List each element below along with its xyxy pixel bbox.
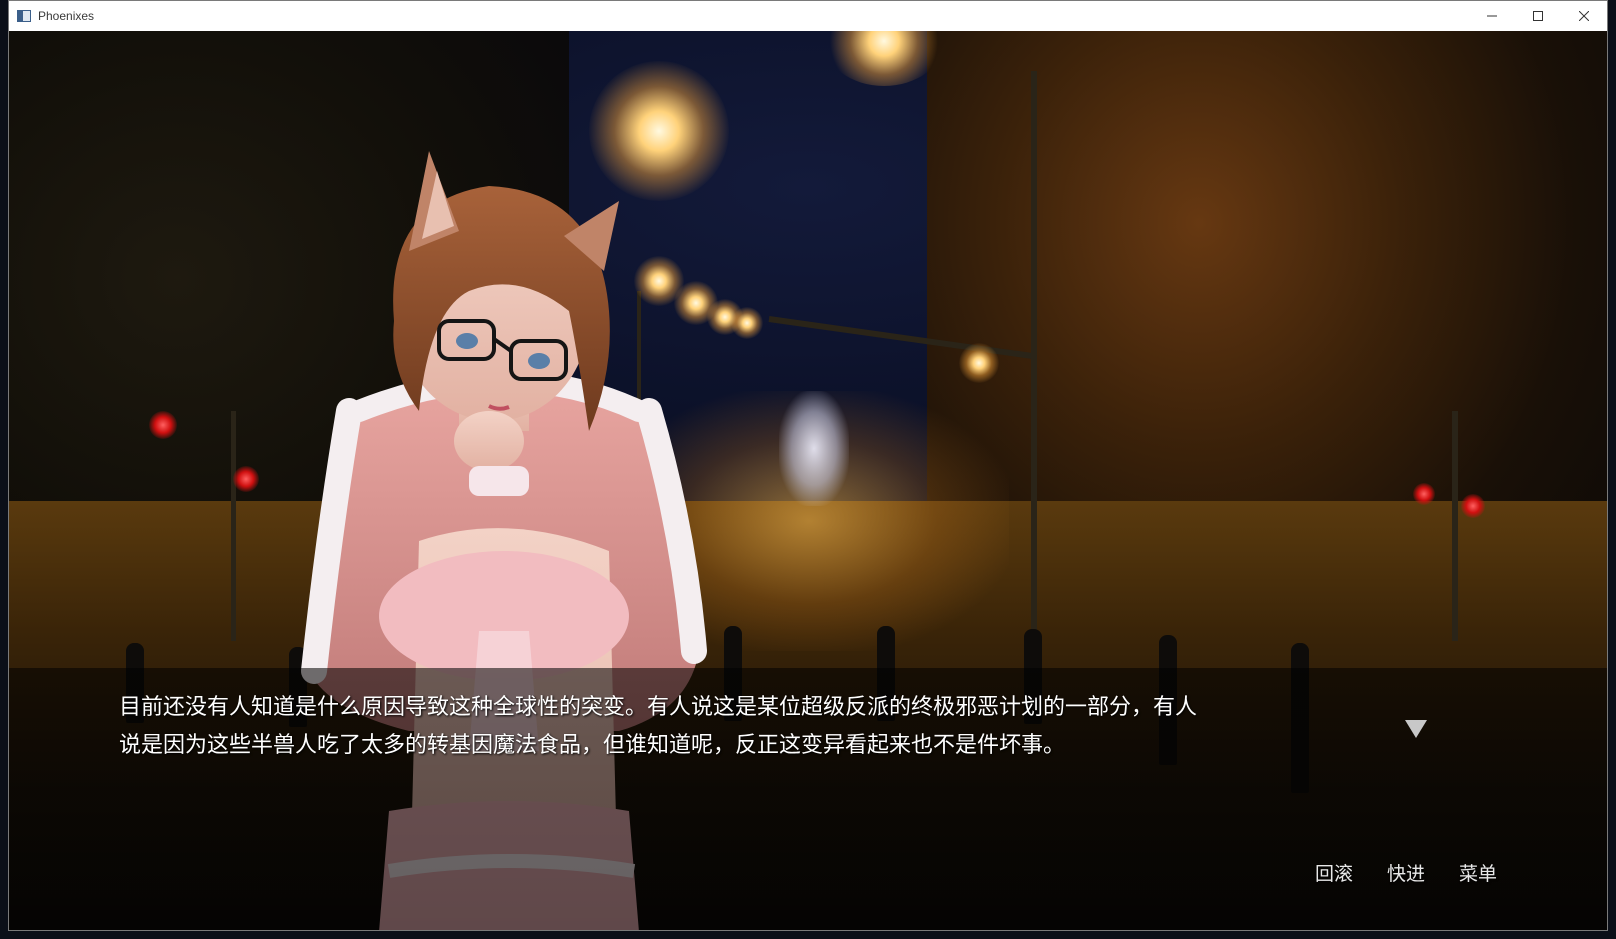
dialogue-line: 说是因为这些半兽人吃了太多的转基因魔法食品，但谁知道呢，反正这变异看起来也不是件… [119,733,1066,758]
traffic-light [233,466,259,492]
street-lamp [959,343,999,383]
dialogue-line: 目前还没有人知道是什么原因导致这种全球性的突变。有人说这是某位超级反派的终极邪恶… [119,695,1198,720]
menu-button[interactable]: 菜单 [1459,859,1497,886]
street-lamp [731,307,763,339]
app-icon [17,10,31,22]
dialogue-text: 目前还没有人知道是什么原因导致这种全球性的突变。有人说这是某位超级反派的终极邪恶… [119,689,1389,765]
close-button[interactable] [1561,1,1607,31]
ghost-figure [779,391,849,506]
traffic-light [149,411,177,439]
window-title: Phoenixes [38,9,95,23]
window-controls [1469,1,1607,31]
signal-pole [1452,411,1458,641]
game-viewport[interactable]: 目前还没有人知道是什么原因导致这种全球性的突变。有人说这是某位超级反派的终极邪恶… [9,31,1607,930]
maximize-button[interactable] [1515,1,1561,31]
minimize-button[interactable] [1469,1,1515,31]
signal-pole [231,411,236,641]
game-window: Phoenixes 目前还没有人知道是什么原因导致这种全球性的突变。有人说这是某… [8,0,1608,931]
skip-button[interactable]: 快进 [1387,859,1425,886]
lamp-pole [1031,71,1037,631]
traffic-light [1461,494,1485,518]
close-icon [1579,11,1589,21]
triangle-down-icon[interactable] [1404,719,1428,739]
traffic-light [1413,483,1435,505]
minimize-icon [1487,15,1497,17]
rollback-button[interactable]: 回滚 [1315,859,1353,886]
quick-menu: 回滚 快进 菜单 [1315,859,1497,886]
maximize-icon [1533,11,1543,21]
title-bar[interactable]: Phoenixes [9,1,1607,31]
